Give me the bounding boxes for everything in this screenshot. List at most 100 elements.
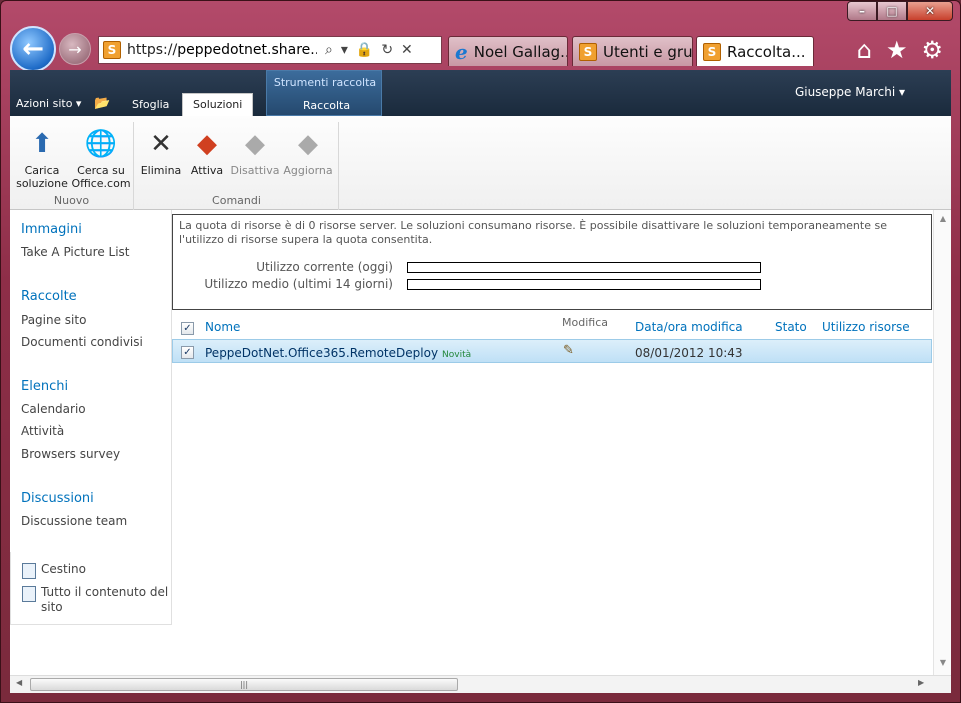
navigate-up-icon[interactable]: 📂 (94, 96, 110, 111)
stop-icon[interactable]: ✕ (401, 42, 413, 58)
current-usage-bar (407, 261, 761, 273)
solution-name-link[interactable]: PeppeDotNet.Office365.RemoteDeploy Novità (205, 346, 471, 360)
tab-sfoglia[interactable]: Sfoglia (132, 98, 169, 111)
back-arrow-icon: ← (22, 34, 44, 64)
group-label: Comandi (212, 194, 261, 207)
sharepoint-icon: S (579, 42, 597, 61)
upgrade-button[interactable]: ◆ Aggiorna (281, 128, 335, 178)
button-label: Attiva (190, 164, 224, 177)
refresh-icon[interactable]: ↻ (381, 42, 393, 58)
modified-date: 08/01/2012 10:43 (635, 346, 743, 360)
tab-raccolta[interactable]: S Raccolta... ✕ (696, 36, 814, 66)
edit-icon[interactable]: ✎ (563, 343, 574, 358)
user-menu[interactable]: Giuseppe Marchi ▾ (795, 85, 905, 99)
address-bar[interactable]: S https://peppedotnet.share... ⌕ ▾ 🔒 ↻ ✕ (98, 36, 442, 64)
button-label: Disattiva (230, 164, 280, 177)
ie-icon: e (455, 39, 468, 64)
dropdown-icon[interactable]: ▾ (341, 42, 348, 58)
back-button[interactable]: ← (10, 26, 56, 72)
vertical-scrollbar[interactable]: ▲ ▼ (933, 210, 951, 675)
upload-solution-icon: ⬆ (31, 128, 53, 159)
nav-item-browsers-survey[interactable]: Browsers survey (21, 447, 120, 461)
search-icon[interactable]: ⌕ (325, 42, 333, 58)
address-domain: peppedotnet.share... (177, 42, 317, 58)
nav-item-discussione-team[interactable]: Discussione team (21, 514, 127, 528)
favorites-star-icon[interactable]: ★ (886, 36, 908, 64)
globe-icon: 🌐 (84, 128, 118, 159)
tab-label: Raccolta... (727, 42, 806, 61)
nav-heading-elenchi[interactable]: Elenchi (21, 379, 68, 394)
forward-button[interactable]: → (59, 33, 91, 65)
button-label: Elimina (140, 164, 182, 177)
ribbon-group-comandi: ✕ Elimina ◆ Attiva ◆ Disattiva ◆ Aggiorn… (135, 122, 339, 210)
sharepoint-icon: S (703, 42, 721, 61)
window-caption-buttons: – □ ✕ (847, 1, 953, 21)
select-all-checkbox[interactable]: ✓ (181, 322, 194, 335)
nav-item-documenti-condivisi[interactable]: Documenti condivisi (21, 335, 143, 349)
close-window-button[interactable]: ✕ (907, 1, 953, 21)
delete-icon: ✕ (150, 128, 172, 159)
group-label: Nuovo (53, 194, 90, 207)
nav-item-take-a-picture-list[interactable]: Take A Picture List (21, 245, 130, 259)
activate-icon: ◆ (197, 128, 217, 159)
tab-soluzioni[interactable]: Soluzioni (182, 93, 254, 116)
column-header-utilizzo-risorse[interactable]: Utilizzo risorse (822, 320, 910, 334)
address-url[interactable]: https://peppedotnet.share... (127, 42, 317, 58)
average-usage-label: Utilizzo medio (ultimi 14 giorni) (204, 277, 393, 291)
lock-icon[interactable]: 🔒 (356, 42, 373, 58)
tab-utenti-gruppi[interactable]: S Utenti e gru... (572, 36, 693, 66)
upload-solution-button[interactable]: ⬆ Carica soluzione (16, 128, 68, 191)
row-checkbox[interactable]: ✓ (181, 346, 194, 359)
scroll-right-arrow-icon[interactable]: ▶ (918, 678, 924, 687)
current-usage-label: Utilizzo corrente (oggi) (256, 260, 393, 274)
average-usage-row: Utilizzo medio (ultimi 14 giorni) (179, 277, 761, 291)
column-header-name[interactable]: Nome (205, 320, 240, 334)
button-label: Carica soluzione (16, 164, 68, 190)
nav-heading-raccolte[interactable]: Raccolte (21, 289, 77, 304)
ribbon-group-nuovo: ⬆ Carica soluzione 🌐 Cerca su Office.com… (10, 122, 134, 210)
search-office-button[interactable]: 🌐 Cerca su Office.com (71, 128, 130, 191)
link-label: Cestino (41, 562, 86, 576)
horizontal-scrollbar[interactable]: ◀ ||| ▶ (10, 675, 951, 693)
quick-launch-footer: Cestino Tutto il contenuto del sito (10, 552, 172, 625)
page-content: Immagini Take A Picture List Raccolte Pa… (10, 210, 951, 675)
new-badge: Novità (442, 350, 472, 360)
tab-noel-gallagher[interactable]: e Noel Gallag... (448, 36, 568, 66)
column-header-modifica: Modifica (562, 316, 608, 329)
link-label: Tutto il contenuto del sito (41, 585, 169, 614)
scroll-left-arrow-icon[interactable]: ◀ (16, 678, 22, 687)
deactivate-button[interactable]: ◆ Disattiva (230, 128, 280, 178)
quick-launch: Immagini Take A Picture List Raccolte Pa… (10, 210, 172, 625)
nav-item-attivita[interactable]: Attività (21, 424, 64, 438)
scroll-down-arrow-icon[interactable]: ▼ (934, 658, 952, 667)
table-row[interactable]: ✓ PeppeDotNet.Office365.RemoteDeploy Novi… (172, 339, 932, 363)
home-icon[interactable]: ⌂ (857, 36, 872, 64)
current-usage-row: Utilizzo corrente (oggi) (179, 260, 761, 274)
gear-icon[interactable]: ⚙ (921, 36, 943, 64)
average-usage-bar (407, 278, 761, 290)
recycle-bin-link[interactable]: Cestino (22, 562, 86, 579)
recycle-bin-icon (22, 563, 36, 579)
all-site-content-link[interactable]: Tutto il contenuto del sito (22, 585, 170, 615)
upgrade-icon: ◆ (298, 128, 318, 159)
horizontal-scroll-thumb[interactable]: ||| (30, 678, 458, 691)
deactivate-icon: ◆ (245, 128, 265, 159)
nav-item-pagine-sito[interactable]: Pagine sito (21, 313, 86, 327)
ribbon-body: ⬆ Carica soluzione 🌐 Cerca su Office.com… (10, 116, 951, 210)
tab-raccolta-ribbon[interactable]: Raccolta (303, 99, 350, 112)
activate-button[interactable]: ◆ Attiva (187, 128, 227, 178)
delete-button[interactable]: ✕ Elimina (140, 128, 182, 178)
column-header-stato[interactable]: Stato (775, 320, 807, 334)
minimize-button[interactable]: – (847, 1, 877, 21)
tab-label: Utenti e gru... (603, 42, 693, 61)
maximize-button[interactable]: □ (877, 1, 907, 21)
site-actions-menu[interactable]: Azioni sito ▾ (16, 97, 81, 110)
column-header-data-modifica[interactable]: Data/ora modifica (635, 320, 743, 334)
nav-item-calendario[interactable]: Calendario (21, 402, 86, 416)
sharepoint-icon: S (103, 41, 121, 59)
ribbon-tab-bar: Azioni sito ▾ 📂 Sfoglia Soluzioni Strume… (10, 70, 951, 116)
scroll-up-arrow-icon[interactable]: ▲ (934, 214, 952, 223)
quota-description: La quota di risorse è di 0 risorse serve… (179, 219, 887, 246)
nav-heading-discussioni[interactable]: Discussioni (21, 491, 94, 506)
nav-heading-immagini[interactable]: Immagini (21, 222, 82, 237)
